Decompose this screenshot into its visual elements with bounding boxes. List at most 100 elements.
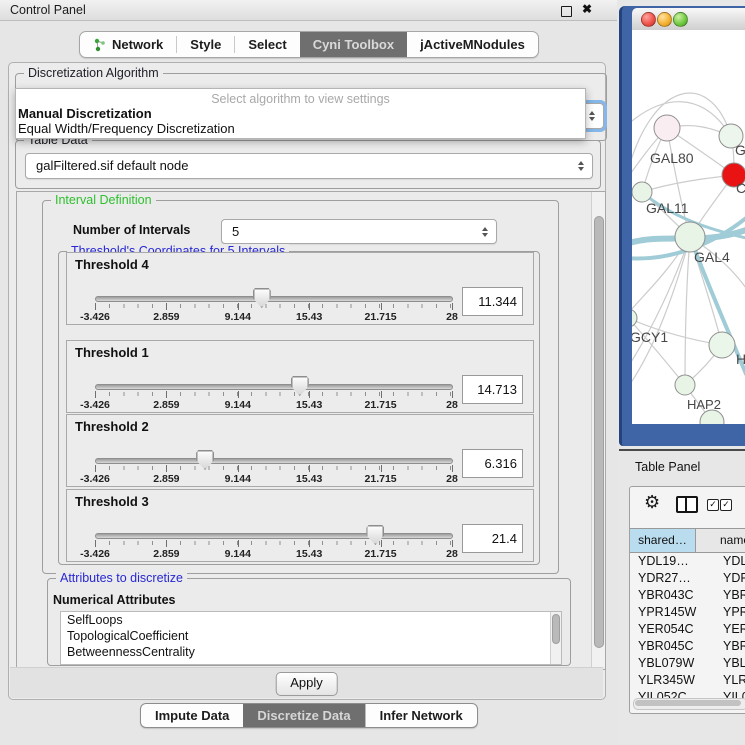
network-canvas-svg[interactable]: GAL80 GA C GAL11 GAL4 GCY1 H HAP2 (632, 30, 745, 424)
checkbox-icon[interactable]: ✓ (707, 499, 719, 511)
checkbox-icon[interactable]: ✓ (720, 499, 732, 511)
top-tabbar: Network Style Select Cyni Toolbox jActiv… (79, 31, 539, 58)
network-icon (93, 38, 106, 52)
network-node-label: GCY1 (632, 329, 668, 345)
column-header-name[interactable]: name (696, 529, 745, 552)
list-scrollbar[interactable] (550, 612, 561, 664)
table-header: shared… name (630, 528, 745, 553)
table-data-combobox[interactable]: galFiltered.sif default node (25, 153, 593, 179)
numerical-attributes-list[interactable]: SelfLoopsTopologicalCoefficientBetweenne… (60, 611, 562, 665)
network-node[interactable] (675, 222, 705, 252)
table-row[interactable]: YBR045CYBR045C (630, 638, 745, 655)
panel-scrollbar[interactable] (591, 192, 605, 667)
slider-tick-scale: -3.4262.8599.14415.4321.71528 (95, 540, 452, 562)
interval-definition-group: Interval Definition Number of Intervals … (42, 200, 559, 574)
tab-infer-network[interactable]: Infer Network (365, 704, 477, 727)
tab-jactivemnodules[interactable]: jActiveMNodules (407, 32, 538, 57)
threshold-slider-track[interactable] (95, 533, 453, 539)
combo-stepper-icon (482, 227, 488, 237)
tab-impute-data[interactable]: Impute Data (141, 704, 243, 727)
tab-label: jActiveMNodules (420, 37, 525, 52)
network-node[interactable] (709, 332, 735, 358)
table-row[interactable]: YLR345WYLR345W (630, 672, 745, 689)
columns-icon[interactable] (676, 496, 698, 513)
bottom-tabbar: Impute Data Discretize Data Infer Networ… (140, 703, 478, 728)
threshold-slider-track[interactable] (95, 296, 453, 302)
network-node-label: GAL11 (646, 200, 689, 216)
threshold-value-field[interactable]: 21.4 (462, 524, 523, 553)
tab-cyni-toolbox[interactable]: Cyni Toolbox (300, 32, 407, 57)
table-row[interactable]: YER054CYER054C (630, 621, 745, 638)
threshold-label: Threshold 4 (75, 257, 149, 272)
network-node[interactable] (632, 309, 637, 327)
network-node-label: GAL4 (694, 249, 730, 265)
network-node-label: GAL80 (650, 150, 694, 166)
table-row[interactable]: YBR043CYBR043C (630, 587, 745, 604)
network-edge (685, 237, 690, 385)
slider-tick-scale: -3.4262.8599.14415.4321.71528 (95, 303, 452, 325)
tab-discretize-data[interactable]: Discretize Data (243, 704, 364, 727)
tab-select[interactable]: Select (235, 32, 299, 57)
threshold-value-field[interactable]: 14.713 (462, 375, 523, 404)
zoom-traffic-light[interactable] (673, 12, 688, 27)
network-node[interactable] (700, 410, 724, 424)
tab-network[interactable]: Network (80, 32, 176, 57)
dropdown-item-equal-width[interactable]: Equal Width/Frequency Discretization (16, 121, 585, 136)
network-node[interactable] (632, 182, 652, 202)
threshold-label: Threshold 2 (75, 419, 149, 434)
threshold-value-field[interactable]: 6.316 (462, 449, 523, 478)
cyni-toolbox-panel: Discretization Algorithm Select algorith… (8, 62, 606, 700)
close-icon[interactable]: ✖ (582, 2, 592, 16)
network-node-label: C (736, 180, 745, 196)
threshold-slider-track[interactable] (95, 384, 453, 390)
tab-label: Select (248, 37, 286, 52)
combo-stepper-icon (589, 111, 595, 121)
dropdown-hint: Select algorithm to view settings (16, 92, 585, 106)
network-node[interactable] (675, 375, 695, 395)
threshold-label: Threshold 3 (75, 494, 149, 509)
network-edge (642, 175, 734, 192)
gear-icon[interactable]: ⚙ (644, 491, 660, 513)
minimize-traffic-light[interactable] (657, 12, 672, 27)
network-canvas[interactable]: GAL80 GA C GAL11 GAL4 GCY1 H HAP2 (632, 30, 745, 424)
slider-tick-scale: -3.4262.8599.14415.4321.71528 (95, 391, 452, 413)
column-header-shared-name[interactable]: shared… (630, 529, 696, 552)
table-row[interactable]: YBL079WYBL079W (630, 655, 745, 672)
table-row[interactable]: YPR145WYPR145W (630, 604, 745, 621)
table-panel-title: Table Panel (635, 460, 700, 474)
table-row[interactable]: YDL19…YDL19 (630, 553, 745, 570)
threshold-value-field[interactable]: 11.344 (462, 287, 523, 316)
tab-label: Style (190, 37, 221, 52)
number-of-intervals-label: Number of Intervals (73, 223, 190, 237)
table-data-group: Table Data galFiltered.sif default node (15, 140, 601, 189)
threshold-panel-4: Threshold 4 -3.4262.8599.14415.4321.7152… (66, 252, 534, 325)
table-horizontal-scrollbar[interactable] (633, 698, 745, 710)
panel-splitter[interactable] (619, 449, 745, 451)
network-node-label: GA (735, 142, 745, 158)
settings-scrollpane: Interval Definition Number of Intervals … (16, 191, 606, 670)
apply-button[interactable]: Apply (275, 672, 338, 696)
float-window-icon[interactable] (561, 6, 572, 17)
attribute-list-item[interactable]: SelfLoops (61, 612, 561, 628)
combo-value: 5 (232, 224, 239, 239)
network-node[interactable] (654, 115, 680, 141)
apply-strip: Apply (10, 667, 603, 698)
threshold-panel-3: Threshold 3 -3.4262.8599.14415.4321.7152… (66, 489, 534, 562)
threshold-slider-track[interactable] (95, 458, 453, 464)
attribute-list-item[interactable]: TopologicalCoefficient (61, 628, 561, 644)
network-window-titlebar[interactable] (632, 8, 745, 31)
group-title: Interval Definition (51, 193, 156, 207)
network-node-label: H (736, 351, 745, 367)
tab-style[interactable]: Style (177, 32, 234, 57)
attribute-list-item[interactable]: BetweennessCentrality (61, 644, 561, 660)
network-view-window: GAL80 GA C GAL11 GAL4 GCY1 H HAP2 (619, 6, 745, 446)
network-node-label: HAP2 (687, 397, 721, 412)
number-of-intervals-combobox[interactable]: 5 (221, 219, 497, 244)
tab-label: Cyni Toolbox (313, 37, 394, 52)
table-row[interactable]: YDR27…YDR27 (630, 570, 745, 587)
attributes-group: Attributes to discretize Numerical Attri… (47, 578, 571, 666)
panel-title: Control Panel (10, 3, 86, 17)
close-traffic-light[interactable] (641, 12, 656, 27)
dropdown-item-manual[interactable]: Manual Discretization (16, 106, 585, 121)
group-title: Attributes to discretize (56, 571, 187, 585)
